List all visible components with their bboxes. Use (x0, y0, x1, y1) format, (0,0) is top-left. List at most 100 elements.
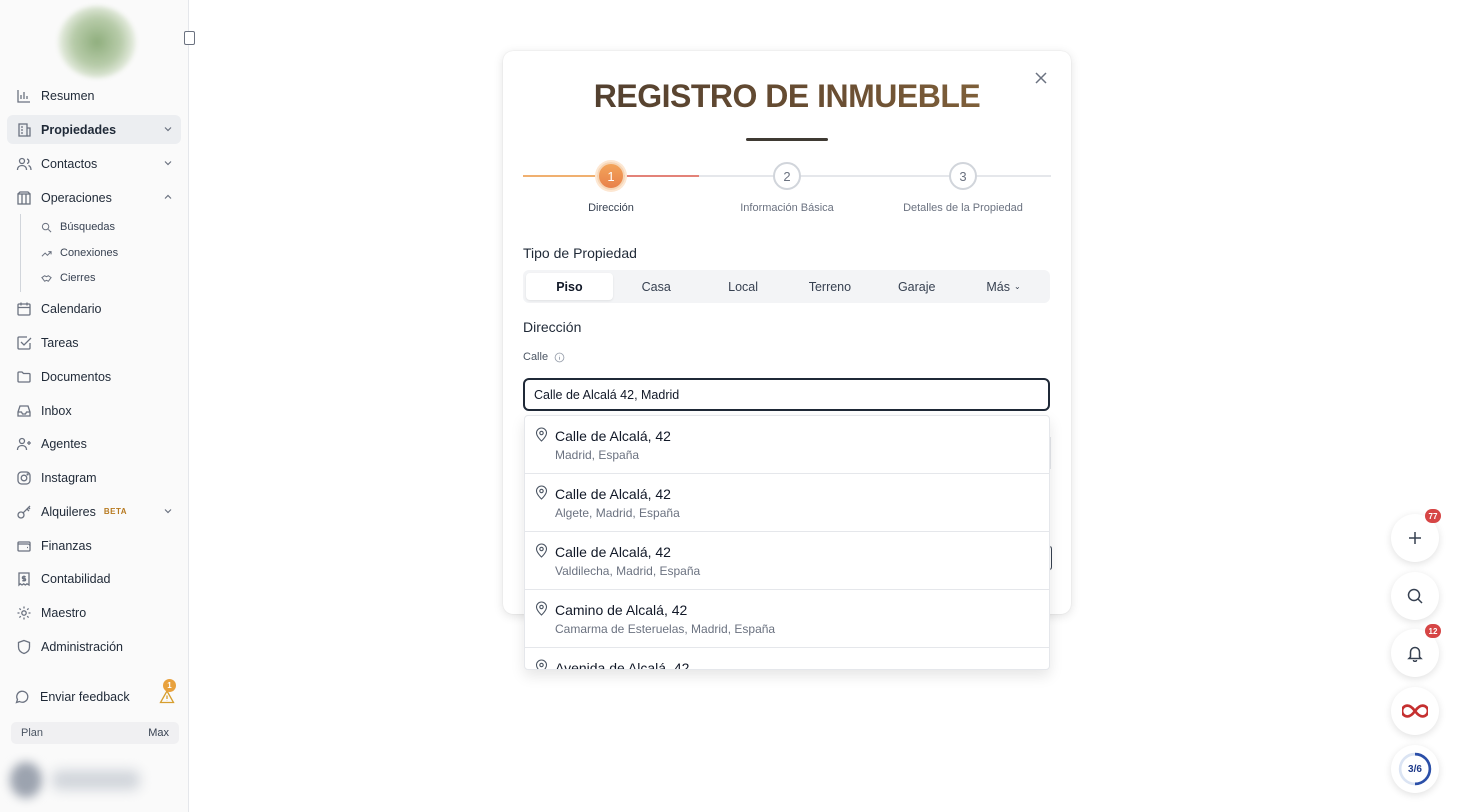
sidebar-item-contabilidad[interactable]: Contabilidad (7, 564, 181, 593)
property-type-selector: Piso Casa Local Terreno Garaje Más ⌄ (523, 270, 1050, 303)
street-input[interactable] (523, 378, 1050, 411)
gear-icon (15, 604, 32, 621)
send-feedback-button[interactable]: Enviar feedback 1 (13, 679, 179, 706)
step-detalles-propiedad[interactable]: 3 Detalles de la Propiedad (875, 162, 1051, 214)
suggestion-item[interactable]: Calle de Alcalá, 42 Algete, Madrid, Espa… (525, 474, 1049, 532)
building-icon (15, 121, 32, 138)
sidebar-subitem-conexiones[interactable]: Conexiones (40, 244, 118, 262)
suggestion-secondary-text: Valdilecha, Madrid, España (555, 564, 701, 578)
sidebar-item-label: Resumen (41, 88, 95, 103)
chevron-down-icon[interactable] (163, 506, 173, 516)
property-type-more[interactable]: Más ⌄ (960, 273, 1047, 300)
notifications-count-badge: 12 (1425, 624, 1441, 638)
modal-title: REGISTRO DE INMUEBLE (503, 78, 1071, 115)
property-type-piso[interactable]: Piso (526, 273, 613, 300)
map-pin-icon (535, 427, 548, 442)
sidebar-item-label: Maestro (41, 605, 87, 620)
sidebar-subitem-cierres[interactable]: Cierres (40, 269, 95, 287)
step-label: Detalles de la Propiedad (903, 202, 1023, 214)
sidebar-item-inbox[interactable]: Inbox (7, 396, 181, 425)
suggestion-item[interactable]: Camino de Alcalá, 42 Camarma de Esteruel… (525, 590, 1049, 648)
instagram-icon (15, 469, 32, 486)
onboarding-progress-button[interactable]: 3/6 (1391, 745, 1439, 793)
receipt-icon (15, 570, 32, 587)
sidebar-item-label: Contactos (41, 156, 98, 171)
key-icon (15, 503, 32, 520)
beta-badge: BETA (103, 507, 128, 516)
property-type-terreno[interactable]: Terreno (786, 273, 873, 300)
sidebar-item-instagram[interactable]: Instagram (7, 463, 181, 492)
step-label: Dirección (588, 202, 634, 214)
avatar[interactable] (10, 762, 42, 798)
sidebar-item-alquileres[interactable]: Alquileres BETA (7, 497, 181, 526)
shield-icon (15, 638, 32, 655)
more-label: Más (986, 279, 1011, 294)
suggestion-item[interactable]: Calle de Alcalá, 42 Madrid, España (525, 416, 1049, 474)
feedback-label: Enviar feedback (40, 690, 130, 704)
sidebar-item-agentes[interactable]: Agentes (7, 429, 181, 458)
street-label-row: Calle (523, 351, 565, 363)
step-number: 3 (949, 162, 977, 190)
sidebar-item-resumen[interactable]: Resumen (7, 81, 181, 110)
inbox-icon (15, 402, 32, 419)
sidebar-item-operaciones[interactable]: Operaciones (7, 183, 181, 212)
sidebar-collapse-icon[interactable] (184, 31, 195, 45)
suggestion-main-text: Calle de Alcalá, 42 (555, 544, 671, 560)
sidebar-item-administracion[interactable]: Administración (7, 632, 181, 661)
sidebar-item-label: Tareas (41, 335, 79, 350)
sidebar-item-contactos[interactable]: Contactos (7, 149, 181, 178)
sidebar-item-label: Instagram (41, 470, 97, 485)
map-pin-icon (535, 543, 548, 558)
warning-icon[interactable]: 1 (159, 679, 176, 705)
search-icon (40, 221, 52, 233)
step-informacion-basica[interactable]: 2 Información Básica (699, 162, 875, 214)
sidebar-subitem-busquedas[interactable]: Búsquedas (40, 218, 115, 236)
plus-icon (1409, 532, 1421, 544)
users-icon (15, 155, 32, 172)
calendar-icon (15, 300, 32, 317)
sidebar-item-propiedades[interactable]: Propiedades (7, 115, 181, 144)
title-divider (746, 138, 828, 141)
message-circle-icon (13, 689, 30, 706)
step-label: Información Básica (740, 202, 834, 214)
integrations-button[interactable] (1391, 687, 1439, 735)
warning-count-badge: 1 (163, 679, 176, 692)
sidebar-item-label: Finanzas (41, 538, 92, 553)
search-button[interactable] (1391, 572, 1439, 620)
infinity-icon (1402, 704, 1428, 718)
address-suggestions-dropdown: Calle de Alcalá, 42 Madrid, España Calle… (524, 415, 1050, 670)
step-number: 1 (597, 162, 625, 190)
sidebar-subitem-label: Búsquedas (60, 221, 116, 233)
sidebar-item-maestro[interactable]: Maestro (7, 598, 181, 627)
map-pin-icon (535, 601, 548, 616)
search-icon (1407, 588, 1423, 604)
step-number: 2 (773, 162, 801, 190)
user-plus-icon (15, 435, 32, 452)
suggestion-main-text: Calle de Alcalá, 42 (555, 486, 671, 502)
sidebar-item-calendario[interactable]: Calendario (7, 294, 181, 323)
sidebar-item-label: Alquileres (41, 504, 96, 519)
property-type-local[interactable]: Local (700, 273, 787, 300)
add-button[interactable]: 77 (1391, 509, 1441, 562)
property-type-garaje[interactable]: Garaje (873, 273, 960, 300)
suggestion-main-text: Avenida de Alcalá, 42 (555, 660, 690, 670)
user-name-blurred[interactable] (52, 770, 140, 790)
suggestion-item[interactable]: Calle de Alcalá, 42 Valdilecha, Madrid, … (525, 532, 1049, 590)
chevron-down-icon[interactable] (163, 158, 173, 168)
suggestion-item[interactable]: Avenida de Alcalá, 42 (525, 648, 1049, 670)
sidebar-item-finanzas[interactable]: Finanzas (7, 531, 181, 560)
plan-label: Plan (21, 727, 44, 739)
company-logo[interactable] (58, 6, 136, 78)
info-icon[interactable] (554, 352, 565, 363)
suggestion-main-text: Camino de Alcalá, 42 (555, 602, 688, 618)
step-direccion[interactable]: 1 Dirección (523, 162, 699, 214)
property-type-casa[interactable]: Casa (613, 273, 700, 300)
chevron-up-icon[interactable] (163, 192, 173, 202)
sidebar-item-documentos[interactable]: Documentos (7, 362, 181, 391)
street-label: Calle (523, 351, 549, 363)
sidebar-item-tareas[interactable]: Tareas (7, 328, 181, 357)
add-count-badge: 77 (1425, 509, 1441, 523)
suggestion-main-text: Calle de Alcalá, 42 (555, 428, 671, 444)
chevron-down-icon[interactable] (163, 124, 173, 134)
notifications-button[interactable]: 12 (1391, 624, 1441, 677)
